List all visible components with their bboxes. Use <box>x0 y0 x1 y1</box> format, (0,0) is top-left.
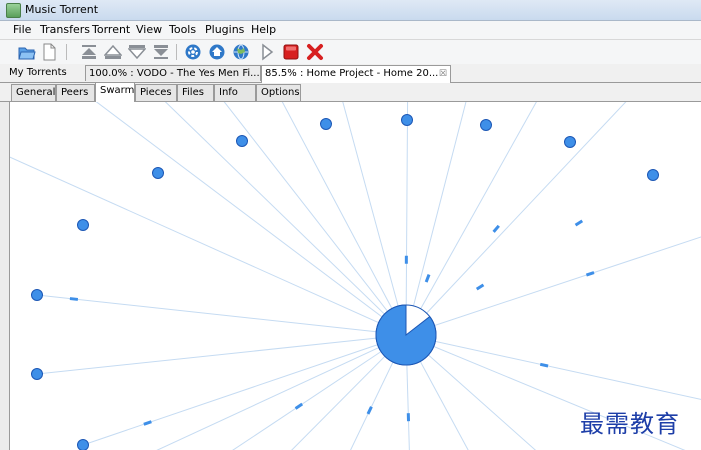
peer-node[interactable] <box>236 135 248 147</box>
swarm-graph <box>10 102 701 450</box>
tab-label: Swarm <box>100 85 135 96</box>
peer-connection-line <box>405 334 701 400</box>
data-packet <box>424 274 431 283</box>
peer-node[interactable] <box>480 119 492 131</box>
peer-node[interactable] <box>77 439 89 450</box>
home-icon[interactable] <box>208 43 226 61</box>
peer-connection-line <box>281 102 407 336</box>
remove-icon[interactable] <box>306 43 324 61</box>
data-packet <box>366 406 373 415</box>
globe-icon[interactable] <box>232 43 250 61</box>
tab-my-torrents[interactable]: My Torrents <box>6 65 86 81</box>
tab-label: Options <box>261 87 300 98</box>
peer-connection-line <box>405 102 467 336</box>
peer-connection-line <box>36 294 407 336</box>
new-document-icon[interactable] <box>40 43 58 61</box>
menu-file[interactable]: File <box>13 23 31 36</box>
stop-icon[interactable] <box>282 43 300 61</box>
peer-node[interactable] <box>152 167 164 179</box>
tab-label: General <box>16 87 56 98</box>
toolbar-separator <box>176 44 177 60</box>
menu-bar: File Transfers Torrent View Tools Plugin… <box>0 21 701 40</box>
menu-plugins[interactable]: Plugins <box>205 23 244 36</box>
peer-node[interactable] <box>647 169 659 181</box>
peer-node[interactable] <box>31 289 43 301</box>
settings-icon[interactable] <box>184 43 202 61</box>
peer-node[interactable] <box>77 219 89 231</box>
data-packet <box>539 362 549 368</box>
toolbar <box>0 40 701 64</box>
tab-label: Pieces <box>140 87 172 98</box>
data-packet <box>69 297 79 301</box>
peer-connection-line <box>10 156 407 336</box>
move-top-icon[interactable] <box>80 43 98 61</box>
window-title: Music Torrent <box>25 3 99 16</box>
peer-connection-line <box>405 236 701 336</box>
peer-node[interactable] <box>31 368 43 380</box>
tab-info[interactable]: Info <box>214 84 256 101</box>
toolbar-separator <box>66 44 67 60</box>
move-bottom-icon[interactable] <box>152 43 170 61</box>
play-icon[interactable] <box>258 43 276 61</box>
peer-connection-line <box>232 334 407 450</box>
data-packet <box>294 402 304 410</box>
peer-node[interactable] <box>564 136 576 148</box>
app-icon <box>6 3 21 18</box>
menu-view[interactable]: View <box>136 23 162 36</box>
tab-label: 85.5% : Home Project - Home 20... <box>265 68 439 79</box>
open-folder-icon[interactable] <box>18 43 36 61</box>
peer-connection-line <box>405 102 627 336</box>
peer-connection-line <box>405 102 409 336</box>
tab-label: Files <box>182 87 204 98</box>
title-bar: Music Torrent <box>0 0 701 21</box>
data-packet <box>574 219 584 227</box>
data-packet <box>492 224 500 233</box>
peer-connection-line <box>342 102 407 336</box>
peer-connection-line <box>405 102 537 336</box>
data-packet <box>585 271 595 277</box>
left-border <box>0 102 9 450</box>
peer-connection-line <box>36 334 407 375</box>
tab-label: 100.0% : VODO - The Yes Men Fi... <box>89 68 260 79</box>
watermark: 最需教育 <box>580 410 680 438</box>
tab-files[interactable]: Files <box>177 84 214 101</box>
close-tab-icon[interactable]: ☒ <box>439 66 447 82</box>
swarm-view <box>9 102 701 450</box>
tab-torrent-home-project[interactable]: 85.5% : Home Project - Home 20... ☒ <box>261 65 451 83</box>
tab-pieces[interactable]: Pieces <box>135 84 177 101</box>
tab-options[interactable]: Options <box>256 84 301 101</box>
detail-tabbar: General Peers Swarm Pieces Files Info Op… <box>0 82 701 102</box>
peer-node[interactable] <box>320 118 332 130</box>
tab-peers[interactable]: Peers <box>56 84 95 101</box>
tab-general[interactable]: General <box>11 84 56 101</box>
tab-torrent-vodo[interactable]: 100.0% : VODO - The Yes Men Fi... <box>85 65 261 81</box>
tab-label: My Torrents <box>9 67 67 78</box>
menu-torrent[interactable]: Torrent <box>92 23 130 36</box>
tab-swarm[interactable]: Swarm <box>95 82 135 102</box>
peer-connection-line <box>95 102 407 336</box>
peer-node[interactable] <box>401 114 413 126</box>
menu-help[interactable]: Help <box>251 23 276 36</box>
tab-label: Info <box>219 87 238 98</box>
menu-tools[interactable]: Tools <box>169 23 196 36</box>
peer-connection-line <box>156 334 407 450</box>
menu-transfers[interactable]: Transfers <box>40 23 90 36</box>
data-packet <box>143 420 152 426</box>
move-down-icon[interactable] <box>128 43 146 61</box>
data-packet <box>475 283 485 291</box>
torrent-tabbar: My Torrents 100.0% : VODO - The Yes Men … <box>0 64 701 83</box>
tab-label: Peers <box>61 87 89 98</box>
peer-connection-line <box>82 334 407 446</box>
move-up-icon[interactable] <box>104 43 122 61</box>
